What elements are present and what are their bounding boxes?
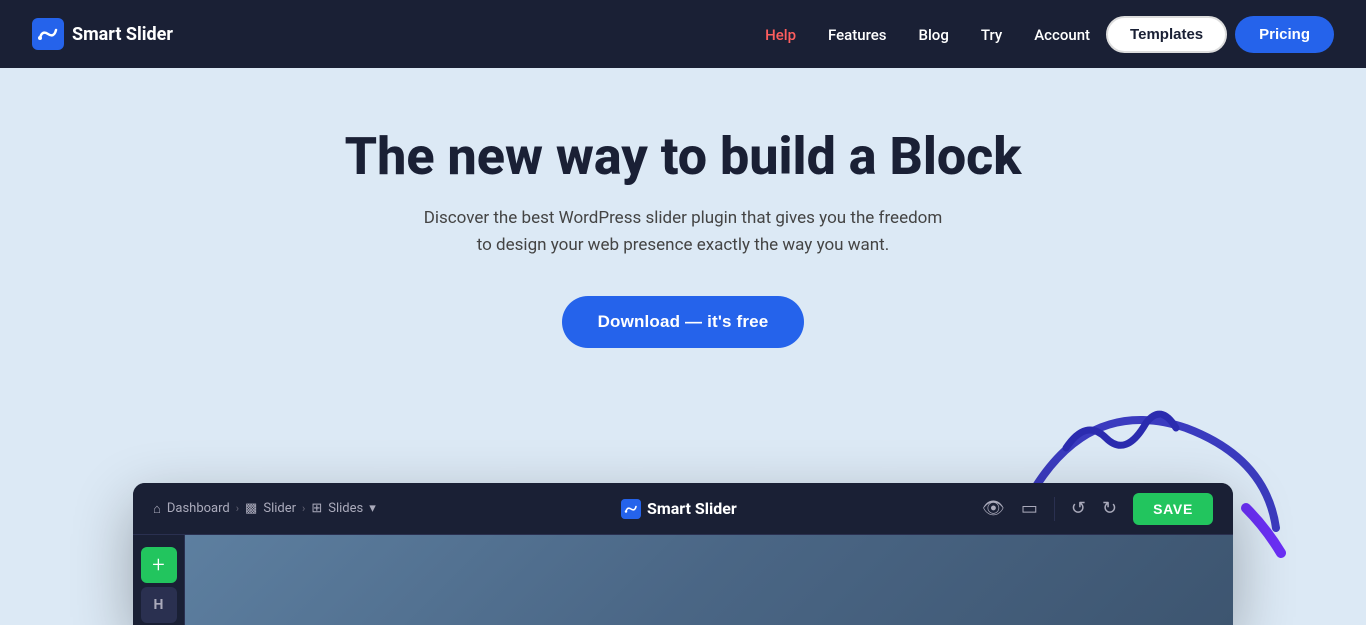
download-button[interactable]: Download — it's free <box>562 296 805 348</box>
nav-link-blog[interactable]: Blog <box>919 26 949 44</box>
nav-links: Help Features Blog Try Account <box>765 25 1090 44</box>
logo-text: Smart Slider <box>72 24 173 45</box>
app-preview: ⌂ Dashboard › ▩ Slider › ⊞ Slides ▾ <box>133 483 1233 625</box>
redo-icon[interactable]: ↻ <box>1102 498 1117 519</box>
undo-icon[interactable]: ↺ <box>1071 498 1086 519</box>
breadcrumb-slider[interactable]: Slider <box>263 501 296 516</box>
nav-link-account[interactable]: Account <box>1034 26 1090 44</box>
canvas-content <box>185 535 1233 625</box>
logo-icon <box>32 18 64 50</box>
app-logo-text: Smart Slider <box>647 499 737 518</box>
desktop-icon[interactable]: ▭ <box>1021 498 1038 519</box>
app-topbar-right: 👁 ▭ ↺ ↻ SAVE <box>982 493 1213 525</box>
app-topbar-center: Smart Slider <box>376 499 982 519</box>
hero-section: The new way to build a Block Discover th… <box>0 68 1366 625</box>
templates-button[interactable]: Templates <box>1106 16 1227 53</box>
nav-link-help[interactable]: Help <box>765 26 796 44</box>
logo[interactable]: Smart Slider <box>32 18 173 50</box>
app-sidebar: + H <box>133 535 185 625</box>
add-slide-button[interactable]: + <box>141 547 177 583</box>
app-logo-small: Smart Slider <box>621 499 737 519</box>
breadcrumb-dashboard[interactable]: Dashboard <box>167 501 230 516</box>
home-icon: ⌂ <box>153 501 161 517</box>
app-topbar: ⌂ Dashboard › ▩ Slider › ⊞ Slides ▾ <box>133 483 1233 535</box>
app-window: ⌂ Dashboard › ▩ Slider › ⊞ Slides ▾ <box>133 483 1233 625</box>
app-breadcrumb: ⌂ Dashboard › ▩ Slider › ⊞ Slides ▾ <box>153 501 376 517</box>
app-canvas <box>185 535 1233 625</box>
slider-icon: ▩ <box>245 501 257 516</box>
app-logo-icon <box>621 499 641 519</box>
hero-title: The new way to build a Block <box>345 128 1022 185</box>
app-body: + H <box>133 535 1233 625</box>
save-button[interactable]: SAVE <box>1133 493 1213 525</box>
pricing-button[interactable]: Pricing <box>1235 16 1334 53</box>
nav-link-features[interactable]: Features <box>828 26 886 44</box>
preview-icon[interactable]: 👁 <box>982 498 1005 519</box>
nav-link-try[interactable]: Try <box>981 26 1002 44</box>
navbar: Smart Slider Help Features Blog Try Acco… <box>0 0 1366 68</box>
breadcrumb-slides[interactable]: Slides <box>328 501 363 516</box>
chevron-icon-2: › <box>302 502 305 515</box>
toolbar-divider <box>1054 497 1055 521</box>
slides-icon: ⊞ <box>311 501 322 516</box>
chevron-icon-1: › <box>236 502 239 515</box>
hero-subtitle: Discover the best WordPress slider plugi… <box>423 205 943 259</box>
h-button[interactable]: H <box>141 587 177 623</box>
